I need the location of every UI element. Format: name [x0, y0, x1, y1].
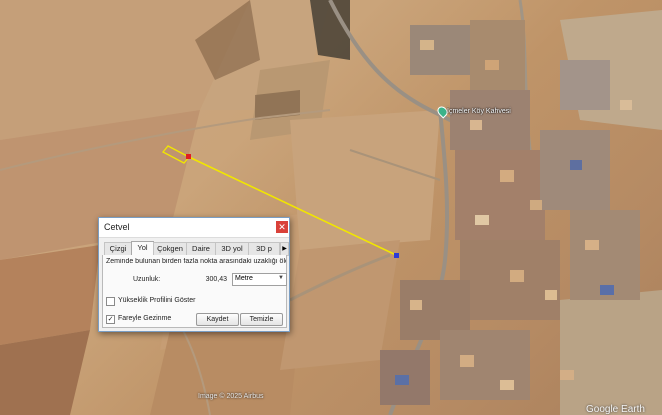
building: [570, 160, 582, 170]
mouse-navigation-label[interactable]: Fareyle Gezinme: [118, 315, 171, 322]
place-label[interactable]: İçmeler Köy Kahvesi: [447, 108, 511, 115]
length-value: 300,43: [205, 276, 227, 283]
satellite-map[interactable]: İçmeler Köy Kahvesi Image © 2025 Airbus …: [0, 0, 662, 415]
measure-end-point[interactable]: [394, 253, 399, 258]
elevation-profile-checkbox[interactable]: [106, 297, 115, 306]
field-area: [560, 290, 662, 415]
building: [500, 380, 514, 390]
tab-3d-polygon[interactable]: 3D p: [248, 242, 280, 255]
village-block: [455, 150, 545, 240]
building: [545, 290, 557, 300]
building: [420, 40, 434, 50]
elevation-profile-label[interactable]: Yükseklik Profilini Göster: [118, 297, 195, 304]
village-block: [410, 25, 470, 75]
building: [620, 100, 632, 110]
ruler-dialog[interactable]: Cetvel ✕ Çizgi Yol Çokgen Daire 3D yol 3…: [98, 217, 290, 332]
dialog-title: Cetvel: [104, 222, 130, 232]
length-label: Uzunluk:: [133, 276, 161, 283]
imagery-attribution: Image © 2025 Airbus: [198, 393, 264, 400]
tab-circle[interactable]: Daire: [186, 242, 216, 255]
building: [460, 355, 474, 367]
field-area: [290, 110, 440, 250]
tab-3d-path[interactable]: 3D yol: [215, 242, 249, 255]
map-imagery: [0, 0, 662, 415]
building: [585, 240, 599, 250]
building: [530, 200, 542, 210]
chevron-down-icon: ▼: [278, 275, 284, 281]
tab-line[interactable]: Çizgi: [104, 242, 132, 255]
unit-select[interactable]: Metre ▼: [232, 273, 287, 286]
village-block: [450, 90, 530, 150]
building: [470, 120, 482, 130]
clear-button[interactable]: Temizle: [240, 313, 283, 326]
field-area: [150, 320, 300, 415]
building: [395, 375, 409, 385]
measure-start-point[interactable]: [186, 154, 191, 159]
building: [560, 370, 574, 380]
mouse-navigation-checkbox[interactable]: ✓: [106, 315, 115, 324]
village-block: [560, 60, 610, 110]
close-icon[interactable]: ✕: [276, 221, 288, 233]
building: [510, 270, 524, 282]
unit-select-value: Metre: [235, 275, 253, 282]
tool-description: Zeminde bulunan birden fazla nokta arası…: [106, 258, 286, 265]
tab-path[interactable]: Yol: [131, 241, 154, 256]
tab-polygon[interactable]: Çokgen: [153, 242, 187, 255]
dialog-titlebar[interactable]: Cetvel ✕: [99, 218, 289, 238]
field-area: [0, 330, 90, 415]
field-area: [0, 245, 100, 345]
path-tab-panel: Zeminde bulunan birden fazla nokta arası…: [102, 255, 287, 328]
google-earth-watermark: Google Earth: [586, 404, 645, 415]
building: [500, 170, 514, 182]
village-block: [440, 330, 530, 400]
building: [410, 300, 422, 310]
building: [475, 215, 489, 225]
tab-scroll-right-icon[interactable]: ▶: [280, 242, 289, 256]
save-button[interactable]: Kaydet: [196, 313, 239, 326]
building: [600, 285, 614, 295]
building: [485, 60, 499, 70]
ruler-tab-bar: Çizgi Yol Çokgen Daire 3D yol 3D p ▶: [102, 241, 289, 256]
village-block: [470, 20, 525, 90]
